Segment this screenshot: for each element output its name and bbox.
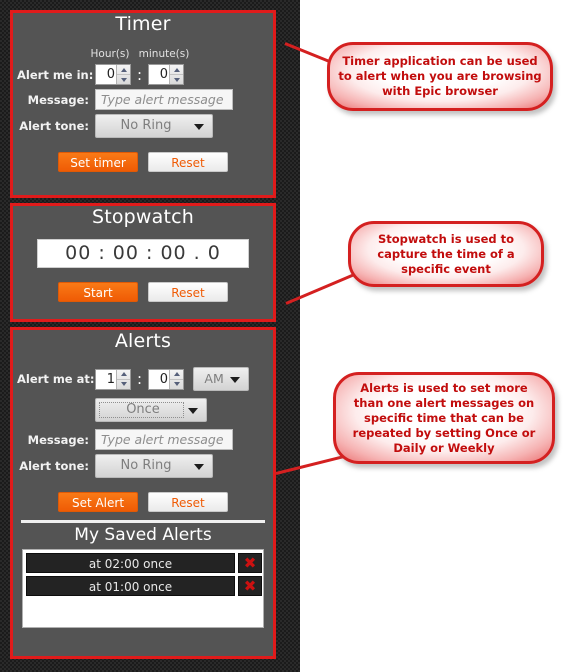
alerts-repeat-row: Once	[13, 398, 273, 422]
triangle-down-icon	[173, 77, 180, 82]
timer-hours-stepper[interactable]: 0	[95, 64, 131, 85]
close-icon[interactable]: ✖	[238, 576, 262, 596]
timer-tone-row: Alert tone: No Ring	[13, 114, 273, 138]
alerts-repeat-focus-outline	[99, 402, 184, 418]
alerts-tone-row: Alert tone: No Ring	[13, 454, 273, 478]
set-timer-button[interactable]: Set timer	[58, 152, 138, 172]
chevron-down-icon	[194, 464, 204, 470]
timer-time-row: Alert me in: 0 : 0	[13, 64, 273, 85]
timer-message-label: Message:	[27, 92, 89, 107]
alerts-minutes-stepper[interactable]: 0	[148, 368, 185, 390]
alerts-message-label: Message:	[27, 432, 89, 447]
stopwatch-start-button[interactable]: Start	[58, 282, 138, 302]
stopwatch-button-row: Start Reset	[13, 282, 273, 302]
timer-panel: Timer Hour(s) minute(s) Alert me in: 0 :…	[10, 10, 276, 198]
chevron-down-icon	[194, 124, 204, 130]
triangle-up-icon	[173, 67, 180, 72]
alerts-minutes-down-button[interactable]	[170, 380, 183, 389]
timer-tone-select[interactable]: No Ring	[95, 114, 213, 138]
timer-minutes-header: minute(s)	[138, 48, 190, 60]
triangle-up-icon	[173, 372, 180, 376]
callout-alerts: Alerts is used to set more than one aler…	[333, 372, 555, 464]
timer-column-headers: Hour(s) minute(s)	[13, 48, 273, 60]
set-alert-button[interactable]: Set Alert	[58, 492, 138, 512]
alerts-hours-spin-buttons[interactable]	[116, 369, 130, 389]
chevron-down-icon	[188, 408, 198, 414]
alerts-repeat-select[interactable]: Once	[95, 398, 207, 422]
chevron-down-icon	[230, 377, 241, 383]
timer-message-input[interactable]: Type alert message	[95, 89, 233, 110]
saved-alert-text: at 01:00 once	[26, 576, 235, 596]
triangle-down-icon	[120, 382, 127, 386]
timer-hours-spin-buttons[interactable]	[116, 65, 130, 84]
timer-title: Timer	[115, 13, 171, 35]
alerts-reset-button[interactable]: Reset	[148, 492, 228, 512]
timer-tone-label: Alert tone:	[19, 119, 89, 133]
timer-minutes-spin-buttons[interactable]	[169, 65, 184, 84]
alerts-alert-label: Alert me at:	[17, 372, 95, 386]
alerts-hours-up-button[interactable]	[117, 370, 130, 380]
callout-stopwatch: Stopwatch is used to capture the time of…	[348, 221, 544, 287]
timer-reset-button[interactable]: Reset	[148, 152, 228, 172]
alerts-tone-select[interactable]: No Ring	[95, 454, 213, 478]
triangle-down-icon	[120, 77, 127, 82]
alerts-message-row: Message: Type alert message	[13, 429, 273, 450]
alerts-panel: Alerts Alert me at: 1 : 0 AM Once Messag…	[10, 327, 276, 659]
timer-minutes-down-button[interactable]	[170, 75, 183, 84]
alerts-minutes-up-button[interactable]	[170, 370, 184, 380]
timer-minutes-up-button[interactable]	[170, 65, 184, 75]
stopwatch-reset-button[interactable]: Reset	[148, 282, 228, 302]
alerts-colon: :	[137, 370, 143, 388]
callout-timer: Timer application can be used to alert w…	[327, 42, 553, 111]
stopwatch-panel: Stopwatch 00 : 00 : 00 . 0 Start Reset	[10, 203, 276, 322]
saved-alerts-list: at 02:00 once ✖ at 01:00 once ✖	[22, 549, 264, 628]
alerts-ampm-select[interactable]: AM	[193, 367, 250, 391]
timer-hours-up-button[interactable]	[117, 65, 130, 75]
timer-hours-header: Hour(s)	[90, 48, 130, 60]
stopwatch-title: Stopwatch	[91, 206, 195, 228]
epic-tools-panel-column: Timer Hour(s) minute(s) Alert me in: 0 :…	[0, 0, 300, 672]
alerts-time-row: Alert me at: 1 : 0 AM	[13, 367, 273, 391]
timer-button-row: Set timer Reset	[13, 152, 273, 172]
list-item[interactable]: at 01:00 once ✖	[26, 576, 262, 596]
timer-minutes-stepper[interactable]: 0	[148, 64, 185, 85]
timer-alert-label: Alert me in:	[17, 67, 94, 82]
alerts-tone-label: Alert tone:	[19, 459, 89, 473]
triangle-up-icon	[120, 372, 127, 376]
list-item[interactable]: at 02:00 once ✖	[26, 553, 262, 573]
timer-hours-down-button[interactable]	[117, 75, 130, 84]
saved-alert-text: at 02:00 once	[26, 553, 235, 573]
stopwatch-display: 00 : 00 : 00 . 0	[37, 239, 249, 268]
alerts-title: Alerts	[114, 330, 172, 352]
alerts-minutes-spin-buttons[interactable]	[169, 369, 184, 389]
alerts-hours-down-button[interactable]	[117, 380, 130, 389]
triangle-down-icon	[173, 382, 180, 386]
alerts-message-input[interactable]: Type alert message	[95, 429, 233, 450]
saved-alerts-title: My Saved Alerts	[74, 525, 212, 545]
timer-colon: :	[137, 65, 143, 84]
alerts-hours-stepper[interactable]: 1	[95, 368, 131, 390]
alerts-button-row: Set Alert Reset	[13, 492, 273, 512]
triangle-up-icon	[120, 67, 127, 72]
timer-message-row: Message: Type alert message	[13, 89, 273, 110]
close-icon[interactable]: ✖	[238, 553, 262, 573]
